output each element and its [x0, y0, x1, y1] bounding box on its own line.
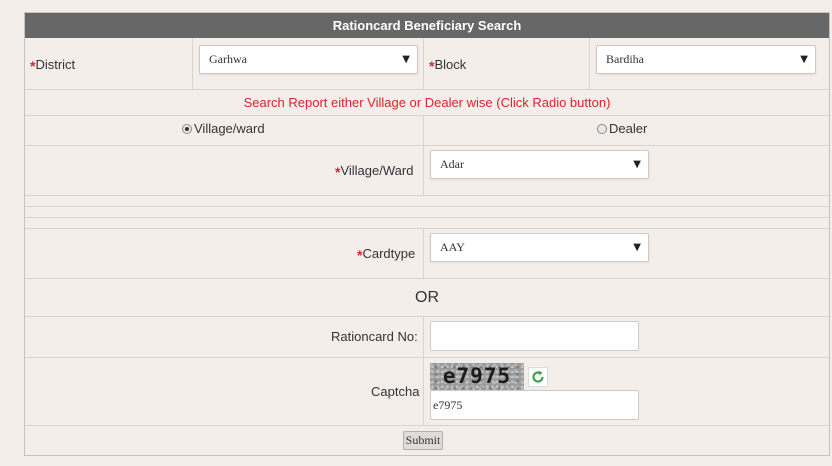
block-label: *Block — [429, 56, 467, 74]
district-label-text: District — [35, 57, 76, 72]
form-title: Rationcard Beneficiary Search — [25, 13, 829, 38]
dealer-radio-label: Dealer — [609, 121, 648, 136]
row-divider — [25, 195, 829, 196]
row-divider — [25, 206, 829, 207]
village-label: *Village/Ward — [335, 162, 414, 180]
refresh-glyph-icon — [532, 370, 544, 383]
radio-selected-icon[interactable] — [182, 124, 192, 134]
block-select[interactable]: Bardiha ▼ — [596, 45, 816, 74]
block-value: Bardiha — [606, 52, 644, 66]
village-radio-label: Village/ward — [194, 121, 265, 136]
dropdown-arrow-icon: ▼ — [633, 159, 641, 170]
col-divider — [423, 316, 424, 425]
row-divider — [25, 217, 829, 218]
col-divider — [192, 38, 193, 89]
village-label-text: Village/Ward — [340, 163, 414, 178]
refresh-icon[interactable] — [528, 367, 548, 387]
captcha-label: Captcha — [371, 384, 420, 399]
col-divider — [423, 38, 424, 89]
captcha-input[interactable]: e7975 — [430, 390, 639, 420]
rationcard-label: Rationcard No: — [331, 329, 418, 344]
row-divider — [25, 278, 829, 279]
district-value: Garhwa — [209, 52, 247, 66]
col-divider — [423, 115, 424, 195]
district-label: *District — [30, 56, 76, 74]
row-divider — [25, 89, 829, 90]
cardtype-value: AAY — [440, 240, 465, 254]
required-marker: * — [30, 58, 36, 74]
row-divider — [25, 316, 829, 317]
cardtype-label: *Cardtype — [357, 245, 416, 263]
row-divider — [25, 228, 829, 229]
dropdown-arrow-icon: ▼ — [800, 54, 808, 65]
village-select[interactable]: Adar ▼ — [430, 150, 649, 179]
dropdown-arrow-icon: ▼ — [633, 242, 641, 253]
required-marker: * — [429, 58, 435, 74]
cardtype-select[interactable]: AAY ▼ — [430, 233, 649, 262]
search-notice: Search Report either Village or Dealer w… — [243, 95, 611, 110]
required-marker: * — [335, 164, 341, 180]
row-divider — [25, 145, 829, 146]
row-divider — [25, 425, 829, 426]
village-value: Adar — [440, 157, 464, 171]
submit-button[interactable]: Submit — [403, 431, 443, 450]
cardtype-label-text: Cardtype — [362, 246, 416, 261]
row-divider — [25, 357, 829, 358]
village-radio-option[interactable]: Village/ward — [182, 121, 265, 136]
captcha-image: e7975 — [430, 363, 524, 390]
dropdown-arrow-icon: ▼ — [402, 54, 410, 65]
col-divider — [423, 228, 424, 278]
required-marker: * — [357, 247, 363, 263]
radio-unselected-icon[interactable] — [597, 124, 607, 134]
col-divider — [589, 38, 590, 89]
search-form: Rationcard Beneficiary Search *District … — [24, 12, 830, 456]
or-separator: OR — [415, 289, 439, 306]
block-label-text: Block — [434, 57, 467, 72]
row-divider — [25, 115, 829, 116]
district-select[interactable]: Garhwa ▼ — [199, 45, 418, 74]
dealer-radio-option[interactable]: Dealer — [597, 121, 647, 136]
rationcard-input[interactable] — [430, 321, 639, 351]
